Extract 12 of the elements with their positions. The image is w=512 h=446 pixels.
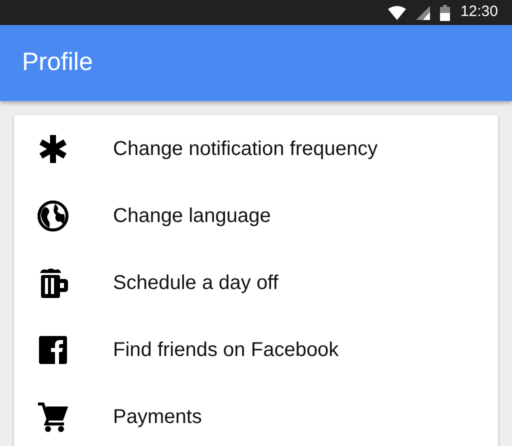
menu-item[interactable]: Change notification frequency: [14, 115, 498, 182]
signal-icon: [416, 6, 430, 20]
clock-time: 12:30: [460, 2, 498, 22]
menu-item[interactable]: Find friends on Facebook: [14, 316, 498, 383]
globe-icon: [36, 198, 70, 232]
cart-icon: [36, 400, 70, 434]
page-title: Profile: [22, 47, 93, 78]
battery-icon: [440, 4, 450, 20]
menu-item[interactable]: Schedule a day off: [14, 249, 498, 316]
menu-item[interactable]: Change language: [14, 182, 498, 249]
wifi-icon: [388, 6, 406, 20]
menu-item[interactable]: Payments: [14, 383, 498, 446]
